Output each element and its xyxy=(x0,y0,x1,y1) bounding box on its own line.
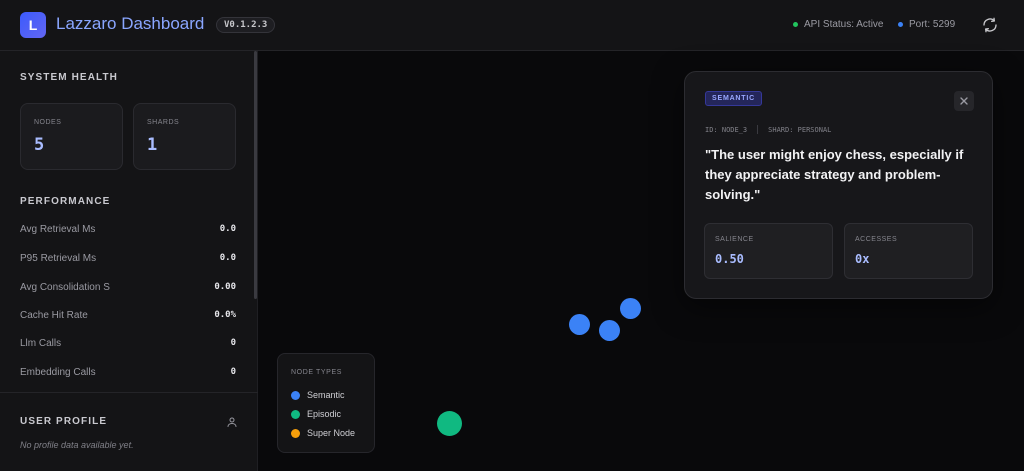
salience-value: 0.50 xyxy=(715,252,744,266)
sidebar-scrollbar[interactable] xyxy=(254,51,257,299)
metric-row: P95 Retrieval Ms 0.0 xyxy=(20,251,236,265)
meta-separator xyxy=(757,125,759,134)
metric-row: Avg Consolidation S 0.00 xyxy=(20,280,236,294)
legend-label: Episodic xyxy=(307,409,342,419)
port-dot-icon xyxy=(898,22,903,27)
metric-label: P95 Retrieval Ms xyxy=(20,252,97,264)
legend-item-episodic: Episodic xyxy=(291,409,341,419)
legend-label: Super Node xyxy=(307,428,356,438)
shards-label: SHARDS xyxy=(147,119,180,126)
api-status-text: API Status: Active xyxy=(804,19,884,30)
node-shard: SHARD: PERSONAL xyxy=(768,125,832,134)
node-content: "The user might enjoy chess, especially … xyxy=(705,147,964,202)
salience-label: SALIENCE xyxy=(715,236,754,243)
refresh-button[interactable] xyxy=(980,15,1000,35)
metric-label: Embedding Calls xyxy=(20,366,96,378)
nodes-value: 5 xyxy=(34,135,45,155)
sidebar-divider xyxy=(0,392,258,393)
metric-label: Avg Consolidation S xyxy=(20,281,110,293)
metric-row: Llm Calls 0 xyxy=(20,336,236,350)
metric-value: 0.0% xyxy=(214,310,236,320)
accesses-value: 0x xyxy=(855,252,870,266)
metric-row: Embedding Calls 0 xyxy=(20,365,236,379)
semantic-node[interactable] xyxy=(620,298,641,319)
performance-title: PERFORMANCE xyxy=(20,196,111,207)
nodes-label: NODES xyxy=(34,119,62,126)
profile-empty-text: No profile data available yet. xyxy=(20,440,134,450)
system-health-title: SYSTEM HEALTH xyxy=(20,72,119,83)
node-meta: ID: NODE_3 SHARD: PERSONAL xyxy=(705,125,831,134)
close-button[interactable] xyxy=(954,91,974,111)
nodes-card: NODES 5 xyxy=(20,103,123,170)
episodic-node[interactable] xyxy=(437,411,462,436)
metric-value: 0 xyxy=(230,367,236,377)
legend-item-semantic: Semantic xyxy=(291,390,345,400)
accesses-label: ACCESSES xyxy=(855,236,898,243)
node-type-badge: SEMANTIC xyxy=(705,91,762,106)
refresh-icon xyxy=(983,17,997,33)
legend-title: NODE TYPES xyxy=(291,369,342,376)
metric-label: Avg Retrieval Ms xyxy=(20,223,96,235)
metric-row: Avg Retrieval Ms 0.0 xyxy=(20,222,236,236)
user-profile-title: USER PROFILE xyxy=(20,416,108,427)
metric-label: Cache Hit Rate xyxy=(20,309,88,321)
metric-value: 0.0 xyxy=(219,253,236,263)
accesses-card: ACCESSES 0x xyxy=(844,223,973,279)
metric-value: 0.00 xyxy=(214,282,236,292)
node-detail-panel: SEMANTIC ID: NODE_3 SHARD: PERSONAL "The… xyxy=(684,71,993,299)
node-id: ID: NODE_3 xyxy=(705,125,748,134)
shards-card: SHARDS 1 xyxy=(133,103,236,170)
metric-label: Llm Calls xyxy=(20,337,62,349)
semantic-node[interactable] xyxy=(569,314,590,335)
salience-card: SALIENCE 0.50 xyxy=(704,223,833,279)
super-node-swatch-icon xyxy=(291,428,300,438)
user-icon[interactable] xyxy=(226,416,238,428)
episodic-swatch-icon xyxy=(291,409,300,419)
port-text: Port: 5299 xyxy=(909,19,956,30)
app-logo: L xyxy=(20,12,46,38)
semantic-swatch-icon xyxy=(291,390,300,400)
version-badge: V0.1.2.3 xyxy=(216,17,276,33)
metric-value: 0.0 xyxy=(219,224,236,234)
top-bar: L Lazzaro Dashboard V0.1.2.3 API Status:… xyxy=(0,0,1024,51)
metric-value: 0 xyxy=(230,338,236,348)
legend-label: Semantic xyxy=(307,390,345,400)
metric-row: Cache Hit Rate 0.0% xyxy=(20,308,236,322)
api-status: API Status: Active xyxy=(793,19,883,30)
status-dot-icon xyxy=(793,22,798,27)
close-icon xyxy=(960,97,968,105)
port-status: Port: 5299 xyxy=(898,19,955,30)
legend-item-super-node: Super Node xyxy=(291,428,355,438)
shards-value: 1 xyxy=(147,135,158,155)
semantic-node[interactable] xyxy=(599,320,620,341)
node-types-legend: NODE TYPES Semantic Episodic Super Node xyxy=(277,353,375,453)
app-title: Lazzaro Dashboard xyxy=(56,14,205,33)
